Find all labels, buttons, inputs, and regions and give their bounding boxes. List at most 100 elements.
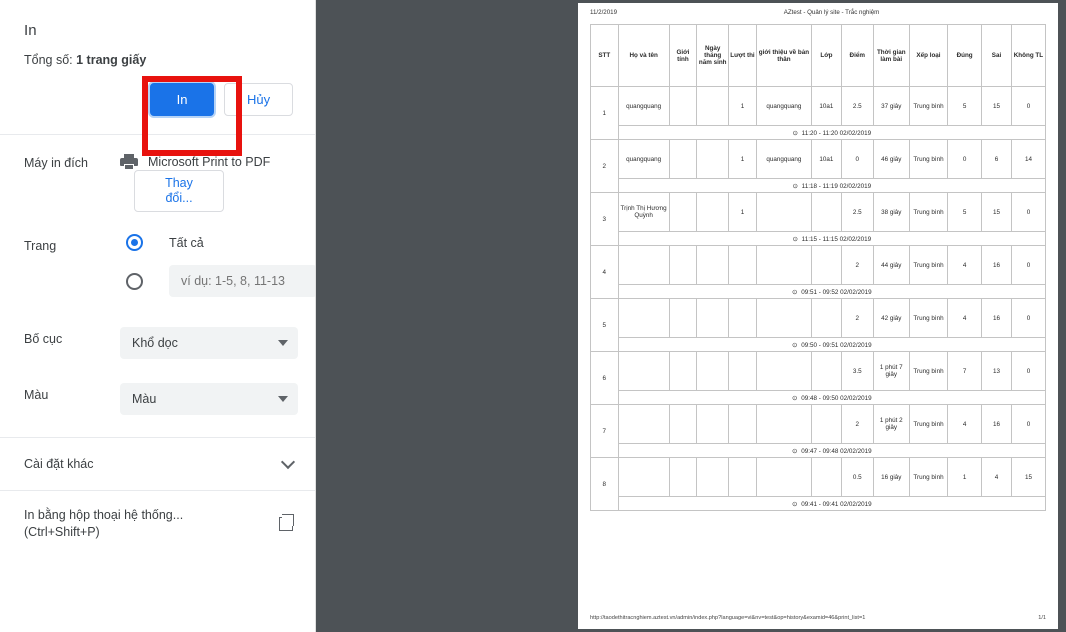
table-cell-attempts xyxy=(728,457,757,497)
pages-custom-option[interactable] xyxy=(120,265,315,297)
color-label: Màu xyxy=(24,388,49,402)
preview-backdrop: 11/2/2019 AZtest - Quản lý site - Trắc n… xyxy=(316,0,1066,632)
clock-icon: ⊙ xyxy=(792,341,798,349)
layout-label: Bố cục xyxy=(24,332,63,346)
table-timestamp-row: ⊙ 09:50 - 09:51 02/02/2019 xyxy=(591,337,1047,352)
pages-custom-radio[interactable] xyxy=(126,272,143,290)
table-cell-intro: quangquang xyxy=(755,86,813,126)
layout-row: Bố cục Khổ dọc xyxy=(0,311,315,359)
table-cell-blank: 15 xyxy=(1010,457,1047,497)
table-cell-intro xyxy=(755,298,813,338)
table-cell-gender xyxy=(668,351,698,391)
page-header: 11/2/2019 AZtest - Quản lý site - Trắc n… xyxy=(578,3,1058,16)
print-button[interactable]: In xyxy=(150,83,214,116)
table-cell-blank: 0 xyxy=(1010,298,1047,338)
table-header-row: STT Họ và tên Giới tính Ngày tháng năm sinh… xyxy=(590,24,1047,87)
table-cell-birth xyxy=(696,245,730,285)
table-cell-correct: 4 xyxy=(947,404,983,444)
change-destination-button[interactable]: Thay đổi... xyxy=(134,170,224,212)
pages-row: Trang Tất cả xyxy=(0,212,315,311)
table-cell-attempts xyxy=(728,298,757,338)
table-cell-rank: Trung bình xyxy=(908,192,949,232)
table-cell-class xyxy=(811,351,842,391)
table-cell-correct: 7 xyxy=(947,351,983,391)
table-cell-wrong: 6 xyxy=(981,139,1012,179)
table-cell-correct: 5 xyxy=(947,86,983,126)
table-timestamp-row: ⊙ 11:15 - 11:15 02/02/2019 xyxy=(591,231,1047,246)
layout-body: Khổ dọc xyxy=(120,327,299,359)
table-cell-gender xyxy=(668,192,698,232)
table-timestamp-row: ⊙ 09:48 - 09:50 02/02/2019 xyxy=(591,390,1047,405)
total-pages-value: 1 trang giấy xyxy=(76,53,147,67)
table-cell-duration: 44 giây xyxy=(872,245,910,285)
destination-body: Microsoft Print to PDF Thay đổi... xyxy=(120,151,299,212)
table-cell-name: quangquang xyxy=(617,139,670,179)
table-column-header: Không TL xyxy=(1010,24,1047,87)
table-cell-score: 0.5 xyxy=(840,457,874,497)
printer-icon xyxy=(120,154,138,170)
table-row: 5 2 42 giây Trung bình 4 16 0 xyxy=(590,298,1047,352)
table-cell-wrong: 15 xyxy=(981,192,1012,232)
dialog-title: In xyxy=(24,22,37,39)
table-column-header: Lớp xyxy=(811,24,842,87)
pages-all-option[interactable]: Tất cả xyxy=(120,234,315,251)
table-cell-rank: Trung bình xyxy=(908,86,949,126)
table-cell-rank: Trung bình xyxy=(908,245,949,285)
table-cell-blank: 0 xyxy=(1010,245,1047,285)
table-cell-stt: 1 xyxy=(590,86,619,140)
table-cell-birth xyxy=(696,351,730,391)
pages-all-radio[interactable] xyxy=(126,234,143,251)
table-cell-attempts xyxy=(728,404,757,444)
change-button-line1: Thay xyxy=(165,176,193,190)
table-cell-intro: quangquang xyxy=(755,139,813,179)
table-cell-name: quangquang xyxy=(617,86,670,126)
table-cell-score: 2 xyxy=(840,298,874,338)
table-cell-gender xyxy=(668,298,698,338)
table-cell-class xyxy=(811,298,842,338)
table-column-header: Giới tính xyxy=(668,24,698,87)
clock-icon: ⊙ xyxy=(792,129,798,137)
cancel-button[interactable]: Hủy xyxy=(224,83,294,116)
color-select[interactable]: Màu xyxy=(120,383,298,415)
system-dialog-row[interactable]: In bằng hộp thoại hệ thống... (Ctrl+Shif… xyxy=(0,491,315,541)
table-cell-stt: 4 xyxy=(590,245,619,299)
layout-select[interactable]: Khổ dọc xyxy=(120,327,298,359)
table-cell-class xyxy=(811,404,842,444)
table-cell-blank: 14 xyxy=(1010,139,1047,179)
table-column-header: giới thiệu về bản thân xyxy=(755,24,813,87)
table-timestamp-row: ⊙ 09:51 - 09:52 02/02/2019 xyxy=(591,284,1047,299)
table-cell-rank: Trung bình xyxy=(908,139,949,179)
table-cell-wrong: 15 xyxy=(981,86,1012,126)
table-cell-correct: 5 xyxy=(947,192,983,232)
table-cell-intro xyxy=(755,457,813,497)
clock-icon: ⊙ xyxy=(792,500,798,508)
table-cell-attempts: 1 xyxy=(728,86,757,126)
page-header-title: AZtest - Quản lý site - Trắc nghiệm xyxy=(783,9,880,16)
table-cell-gender xyxy=(668,404,698,444)
table-row: 6 3.5 1 phút 7 giây Trung bình 7 13 0 xyxy=(590,351,1047,405)
table-cell-duration: 1 phút 7 giây xyxy=(872,351,910,391)
table-cell-stt: 3 xyxy=(590,192,619,246)
table-row: 3 Trịnh Thị Hương Quỳnh 1 2.5 38 giây Trung b… xyxy=(590,192,1047,246)
table-timestamp-row: ⊙ 11:20 - 11:20 02/02/2019 xyxy=(591,125,1047,140)
table-cell-attempts: 1 xyxy=(728,139,757,179)
table-cell-stt: 2 xyxy=(590,139,619,193)
more-settings-row[interactable]: Cài đặt khác xyxy=(0,438,315,490)
table-cell-correct: 1 xyxy=(947,457,983,497)
table-cell-birth xyxy=(696,192,730,232)
system-dialog-line2: (Ctrl+Shift+P) xyxy=(24,525,100,539)
table-cell-wrong: 4 xyxy=(981,457,1012,497)
table-column-header: Thời gian làm bài xyxy=(872,24,910,87)
table-row: 4 2 44 giây Trung bình 4 16 0 xyxy=(590,245,1047,299)
pages-custom-input[interactable] xyxy=(169,265,315,297)
table-cell-timestamp: ⊙ 11:15 - 11:15 02/02/2019 xyxy=(617,231,1047,246)
table-cell-duration: 42 giây xyxy=(872,298,910,338)
table-cell-class: 10a1 xyxy=(811,86,842,126)
destination-value: Microsoft Print to PDF xyxy=(148,155,271,169)
table-row: 7 21 phút 2 giây Trung bình 4 16 0 xyxy=(590,404,1047,458)
system-dialog-text: In bằng hộp thoại hệ thống... (Ctrl+Shif… xyxy=(24,507,183,541)
print-dialog-panel: In Tổng số: 1 trang giấy In Hủy Máy in đ… xyxy=(0,0,316,632)
table-cell-name xyxy=(617,351,670,391)
external-link-icon xyxy=(279,514,294,531)
table-cell-attempts xyxy=(728,245,757,285)
